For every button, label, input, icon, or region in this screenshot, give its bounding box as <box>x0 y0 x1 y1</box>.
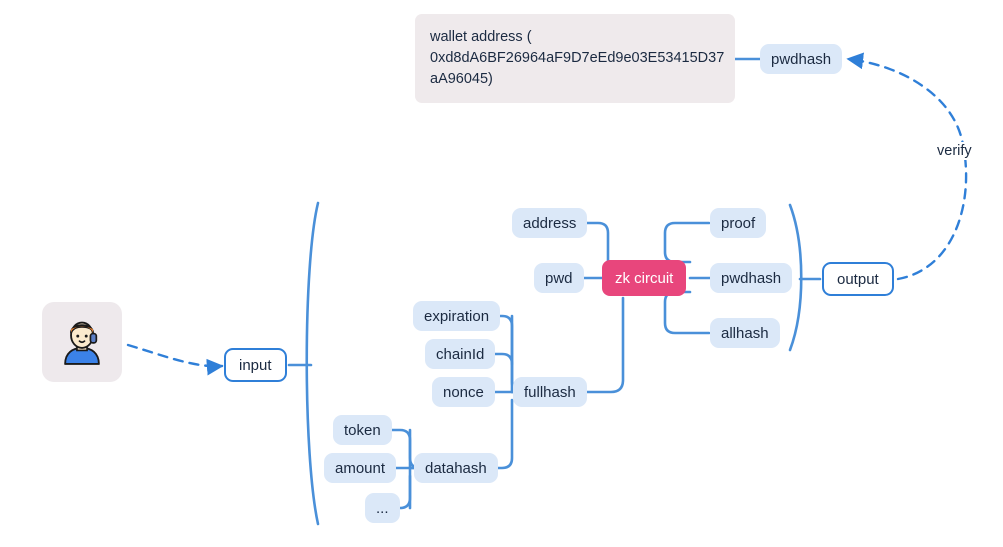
node-allhash[interactable]: allhash <box>710 318 780 348</box>
node-amount[interactable]: amount <box>324 453 397 483</box>
brace-input-open <box>305 201 320 526</box>
node-zk-circuit[interactable]: zk circuit <box>602 260 687 296</box>
node-datahash[interactable]: datahash <box>414 453 498 483</box>
node-proof[interactable]: proof <box>710 208 767 238</box>
node-nonce[interactable]: nonce <box>432 377 495 407</box>
node-fullhash[interactable]: fullhash <box>513 377 587 407</box>
node-chainid[interactable]: chainId <box>425 339 496 369</box>
node-output[interactable]: output <box>822 262 894 296</box>
diagram-canvas: wallet address ( 0xd8dA6BF26964aF9D7eEd9… <box>0 0 1003 547</box>
node-input[interactable]: input <box>224 348 287 382</box>
node-token[interactable]: token <box>333 415 392 445</box>
node-ellipsis[interactable]: ... <box>365 493 400 523</box>
edge-label-verify: verify <box>934 142 975 160</box>
edge-user-to-input <box>126 343 224 376</box>
node-expiration[interactable]: expiration <box>413 301 501 331</box>
user-avatar-tile <box>42 302 122 382</box>
node-pwd[interactable]: pwd <box>534 263 584 293</box>
edge-zk-to-allhash <box>663 290 711 335</box>
node-pwdhash-output[interactable]: pwdhash <box>710 263 793 293</box>
edge-zk-to-proof <box>663 221 711 264</box>
user-icon <box>64 321 100 365</box>
node-address[interactable]: address <box>512 208 588 238</box>
edge-fullhash-to-zk <box>576 296 625 394</box>
node-pwdhash-verify-target[interactable]: pwdhash <box>760 44 843 74</box>
wallet-address-note: wallet address ( 0xd8dA6BF26964aF9D7eEd9… <box>415 14 735 103</box>
edge-verify-output-to-pwdhash <box>846 52 968 281</box>
